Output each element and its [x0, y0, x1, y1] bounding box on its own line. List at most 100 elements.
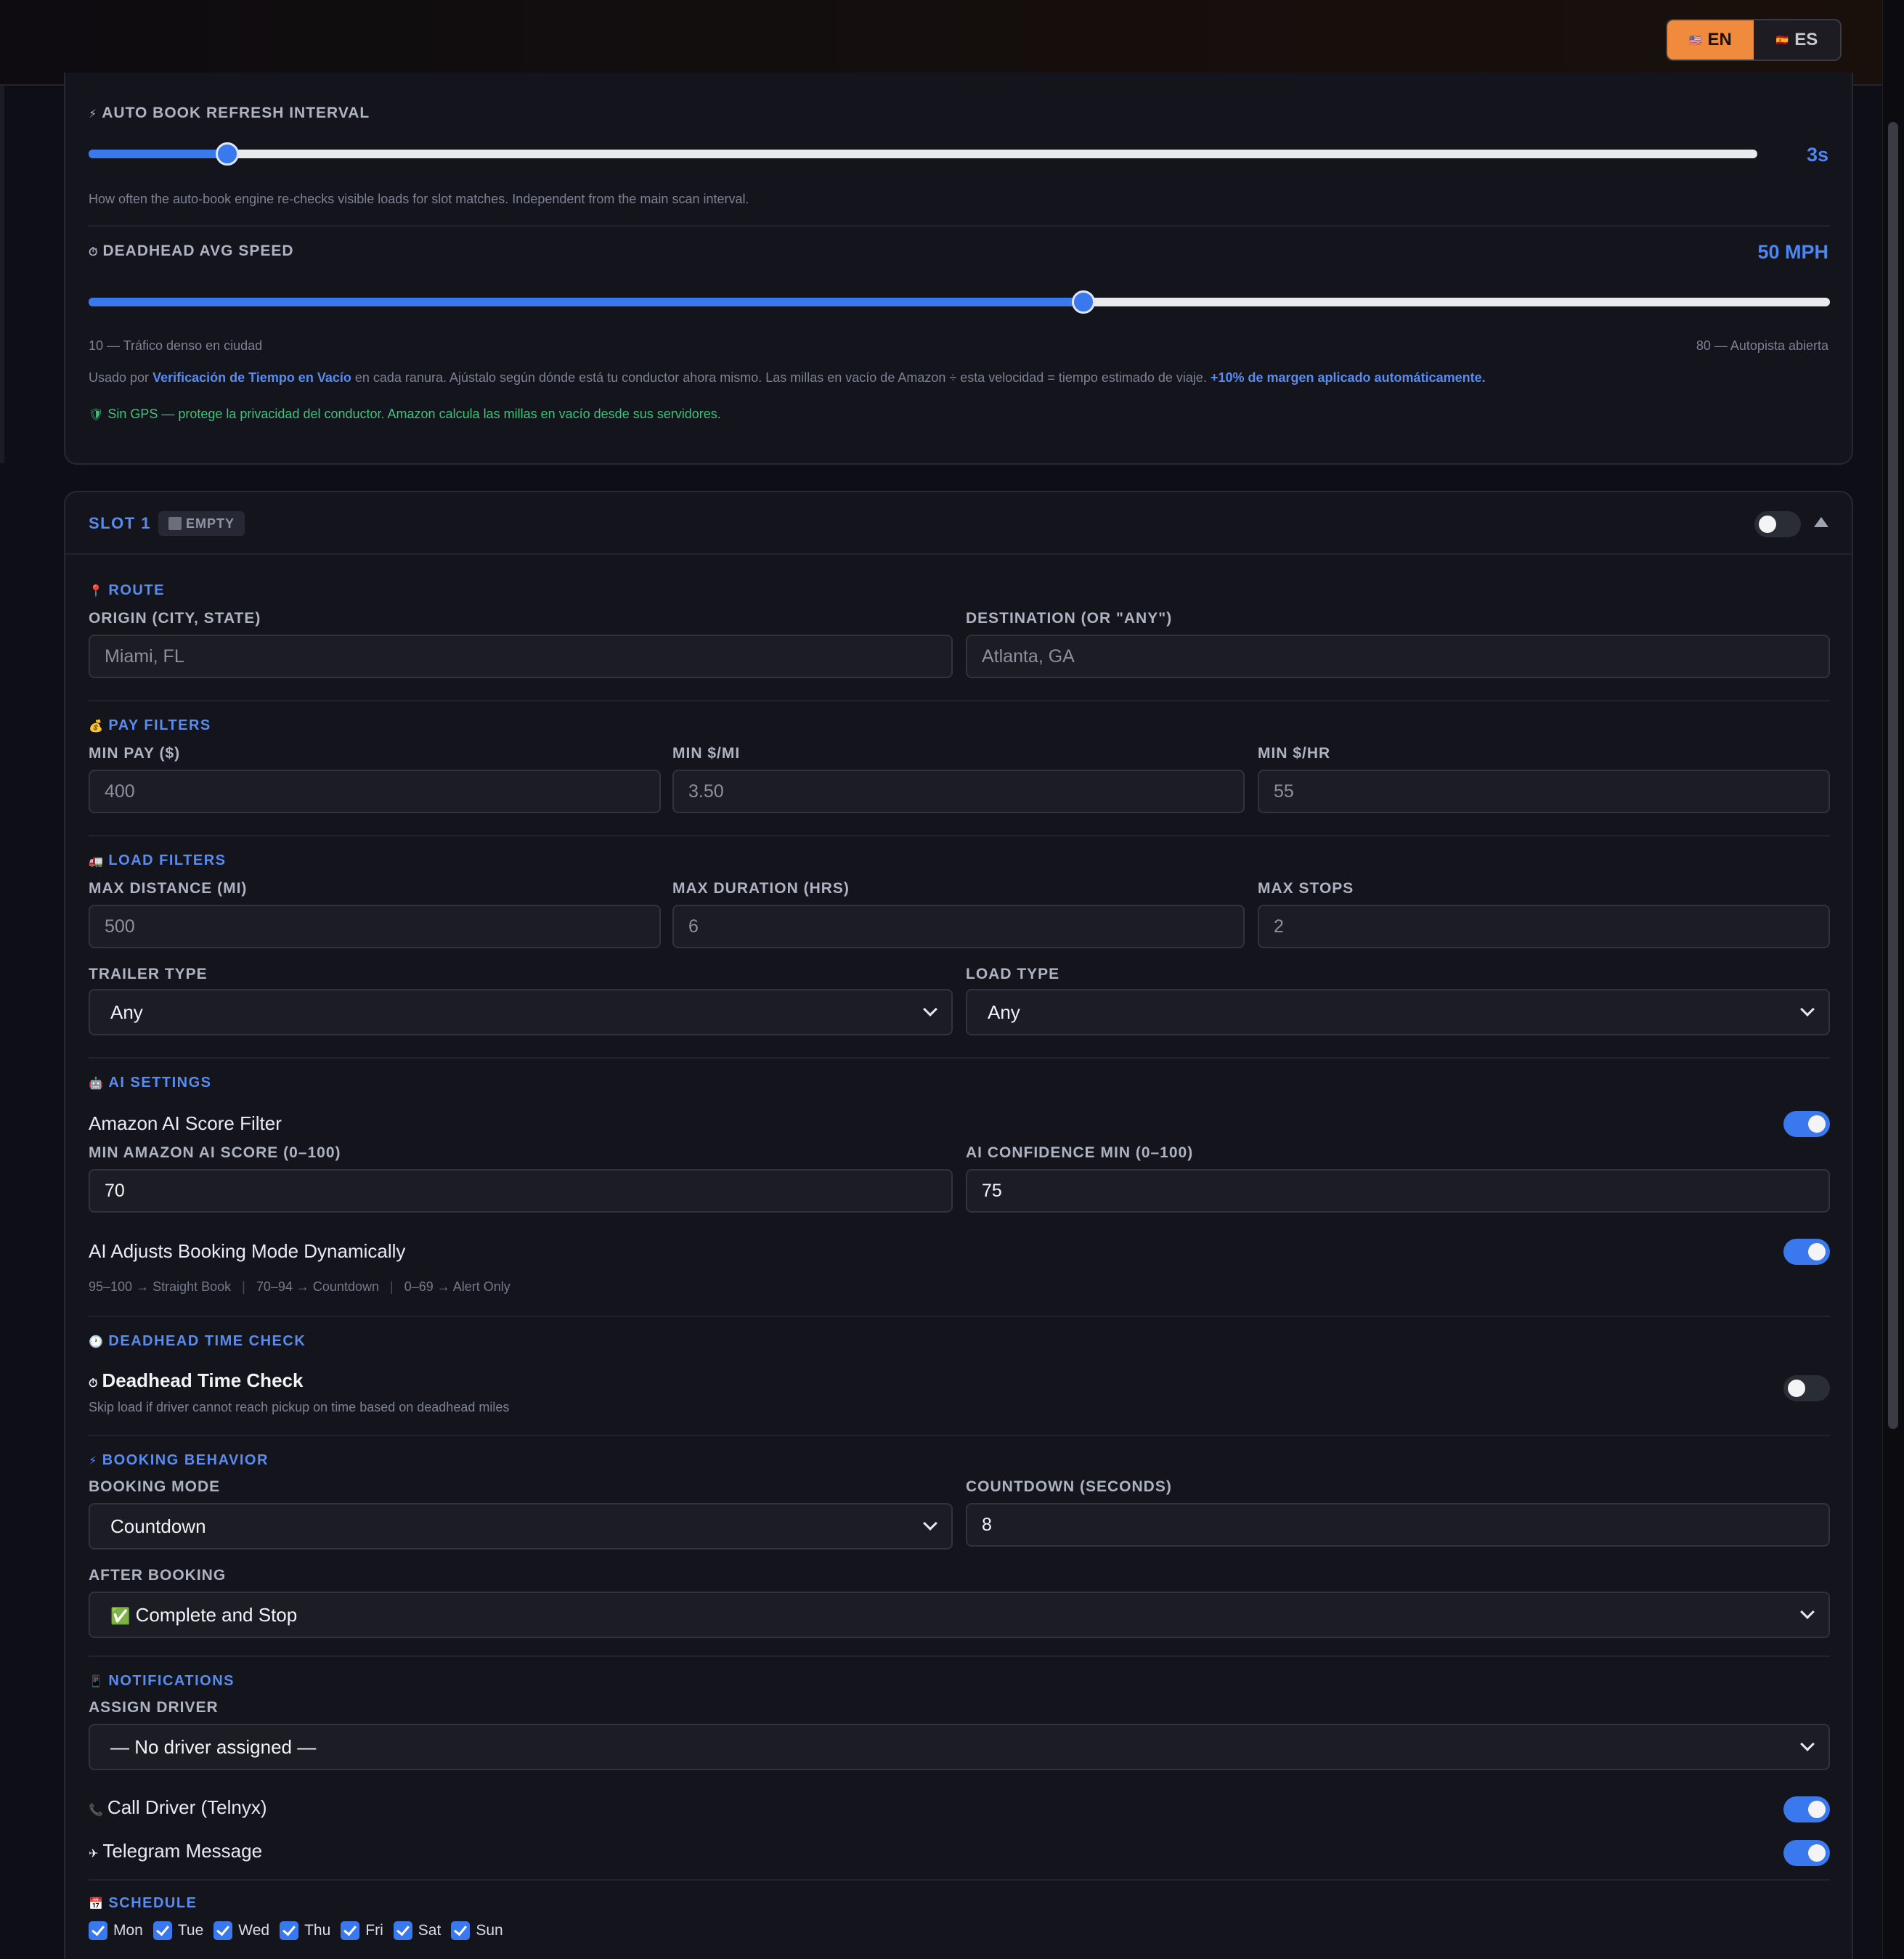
scrollbar-thumb[interactable] — [1888, 122, 1898, 1429]
max-distance-input[interactable]: 500 — [89, 905, 661, 948]
lightning-icon: ⚡ — [89, 108, 98, 121]
deadhead-speed-slider-thumb[interactable] — [1072, 290, 1095, 314]
min-ai-score-label: MIN AMAZON AI SCORE (0–100) — [89, 1144, 341, 1161]
chevron-down-icon — [1800, 1002, 1815, 1017]
slot-title: SLOT 1 — [89, 514, 152, 532]
lang-en-label: EN — [1707, 30, 1732, 49]
day-checkbox-sun[interactable]: Sun — [451, 1921, 503, 1940]
ai-section-title: 🤖 AI SETTINGS — [89, 1075, 212, 1091]
deadhead-check-toggle[interactable] — [1783, 1375, 1830, 1401]
deadhead-speed-slider-fill — [89, 298, 1083, 306]
ai-dynamic-toggle[interactable] — [1783, 1239, 1830, 1265]
telegram-label: ✈ Telegram Message — [89, 1840, 263, 1862]
max-duration-label: MAX DURATION (HRS) — [672, 880, 850, 897]
ai-confidence-input[interactable]: 75 — [966, 1169, 1830, 1213]
day-checkbox-tue[interactable]: Tue — [152, 1921, 203, 1940]
min-per-hour-input[interactable]: 55 — [1258, 770, 1830, 813]
robot-icon: 🤖 — [89, 1078, 105, 1090]
after-booking-select[interactable]: ✅ Complete and Stop — [89, 1592, 1830, 1638]
speed-min-label: 10 — Tráfico denso en ciudad — [89, 338, 263, 353]
after-booking-label: AFTER BOOKING — [89, 1567, 227, 1584]
call-driver-toggle[interactable] — [1783, 1796, 1830, 1822]
settings-page: 🇺🇸 EN 🇪🇸 ES ⚡ AUTO BOOK REFRESH INTERVAL … — [0, 0, 1904, 1959]
lang-es-label: ES — [1794, 30, 1818, 49]
ai-dynamic-label: AI Adjusts Booking Mode Dynamically — [89, 1240, 406, 1262]
max-stops-input[interactable]: 2 — [1258, 905, 1830, 948]
day-checkbox-mon[interactable]: Mon — [89, 1921, 143, 1940]
destination-label: DESTINATION (OR "ANY") — [966, 610, 1173, 627]
telegram-toggle[interactable] — [1783, 1840, 1830, 1866]
origin-input[interactable]: Miami, FL — [89, 635, 953, 678]
lightning-icon: ⚡ — [89, 1455, 98, 1467]
check-mark-icon: ✅ — [110, 1606, 131, 1625]
autobook-value: 3s — [1806, 144, 1828, 166]
assign-driver-label: ASSIGN DRIVER — [89, 1699, 219, 1716]
min-per-hour-label: MIN $/HR — [1258, 745, 1331, 762]
ai-tier-list: 95–100 → Straight Book | 70–94 → Countdo… — [89, 1279, 510, 1294]
speed-max-label: 80 — Autopista abierta — [1696, 338, 1828, 353]
day-checkbox-wed[interactable]: Wed — [213, 1921, 269, 1940]
load-type-label: LOAD TYPE — [966, 966, 1060, 982]
tier-countdown: 70–94 → Countdown — [256, 1279, 379, 1294]
deadhead-check-help: Skip load if driver cannot reach pickup … — [89, 1400, 510, 1414]
us-flag-icon: 🇺🇸 — [1689, 33, 1702, 46]
calendar-icon: 📅 — [89, 1898, 105, 1910]
autobook-slider-thumb[interactable] — [216, 142, 239, 166]
divider — [89, 1655, 1830, 1657]
stopwatch-icon: ⏱ — [89, 246, 99, 258]
sidebar-edge — [0, 86, 4, 463]
deadhead-check-label: ⏱ Deadhead Time Check — [89, 1369, 304, 1391]
destination-input[interactable]: Atlanta, GA — [966, 635, 1830, 678]
schedule-days: Mon Tue Wed Thu Fri Sat Sun — [89, 1921, 503, 1940]
divider — [89, 1879, 1830, 1881]
deadhead-speed-note: Usado por Verificación de Tiempo en Vací… — [89, 370, 1486, 385]
status-badge: EMPTY — [158, 511, 245, 536]
slot-enable-toggle[interactable] — [1754, 511, 1801, 537]
shield-icon: 🛡 — [89, 409, 104, 421]
min-pay-input[interactable]: 400 — [89, 770, 661, 813]
min-ai-score-input[interactable]: 70 — [89, 1169, 953, 1213]
pin-icon: 📍 — [89, 585, 105, 598]
money-bag-icon: 💰 — [89, 720, 105, 733]
language-switch: 🇺🇸 EN 🇪🇸 ES — [1666, 19, 1842, 61]
deadhead-check-link: Verificación de Tiempo en Vacío — [152, 370, 351, 385]
divider — [89, 1057, 1830, 1059]
booking-mode-label: BOOKING MODE — [89, 1478, 221, 1495]
trailer-type-label: TRAILER TYPE — [89, 966, 208, 982]
booking-mode-select[interactable]: Countdown — [89, 1503, 953, 1549]
load-section-title: 🚛 LOAD FILTERS — [89, 852, 227, 868]
load-type-select[interactable]: Any — [966, 989, 1830, 1035]
divider — [89, 225, 1830, 227]
booking-section-title: ⚡ BOOKING BEHAVIOR — [89, 1452, 269, 1468]
divider — [89, 1316, 1830, 1317]
schedule-section-title: 📅 SCHEDULE — [89, 1895, 198, 1911]
paper-plane-icon: ✈ — [89, 1848, 99, 1860]
deadhead-speed-slider[interactable] — [89, 290, 1830, 314]
min-per-mile-input[interactable]: 3.50 — [672, 770, 1245, 813]
day-checkbox-fri[interactable]: Fri — [341, 1921, 383, 1940]
max-distance-label: MAX DISTANCE (MI) — [89, 880, 248, 897]
max-duration-input[interactable]: 6 — [672, 905, 1245, 948]
ai-score-filter-label: Amazon AI Score Filter — [89, 1112, 282, 1134]
trailer-type-select[interactable]: Any — [89, 989, 953, 1035]
lang-en-button[interactable]: 🇺🇸 EN — [1667, 20, 1754, 60]
lang-es-button[interactable]: 🇪🇸 ES — [1754, 20, 1840, 60]
divider — [89, 700, 1830, 701]
es-flag-icon: 🇪🇸 — [1775, 33, 1789, 46]
global-settings-card: ⚡ AUTO BOOK REFRESH INTERVAL 3s How often… — [64, 73, 1853, 465]
origin-label: ORIGIN (CITY, STATE) — [89, 610, 261, 627]
autobook-slider[interactable] — [89, 142, 1757, 166]
countdown-input[interactable]: 8 — [966, 1503, 1830, 1547]
ai-score-filter-toggle[interactable] — [1783, 1111, 1830, 1137]
day-checkbox-thu[interactable]: Thu — [280, 1921, 330, 1940]
day-checkbox-sat[interactable]: Sat — [393, 1921, 441, 1940]
collapse-caret-icon[interactable] — [1814, 517, 1828, 527]
chevron-down-icon — [1800, 1737, 1815, 1751]
stopwatch-icon: ⏱ — [89, 1377, 98, 1390]
tier-alert-only: 0–69 → Alert Only — [404, 1279, 510, 1294]
assign-driver-select[interactable]: — No driver assigned — — [89, 1724, 1830, 1770]
min-pay-label: MIN PAY ($) — [89, 745, 181, 762]
empty-square-icon — [168, 517, 182, 530]
slot-card: SLOT 1 EMPTY 📍 ROUTE ORIGIN (CITY, STATE)… — [64, 491, 1853, 1959]
divider — [89, 835, 1830, 836]
